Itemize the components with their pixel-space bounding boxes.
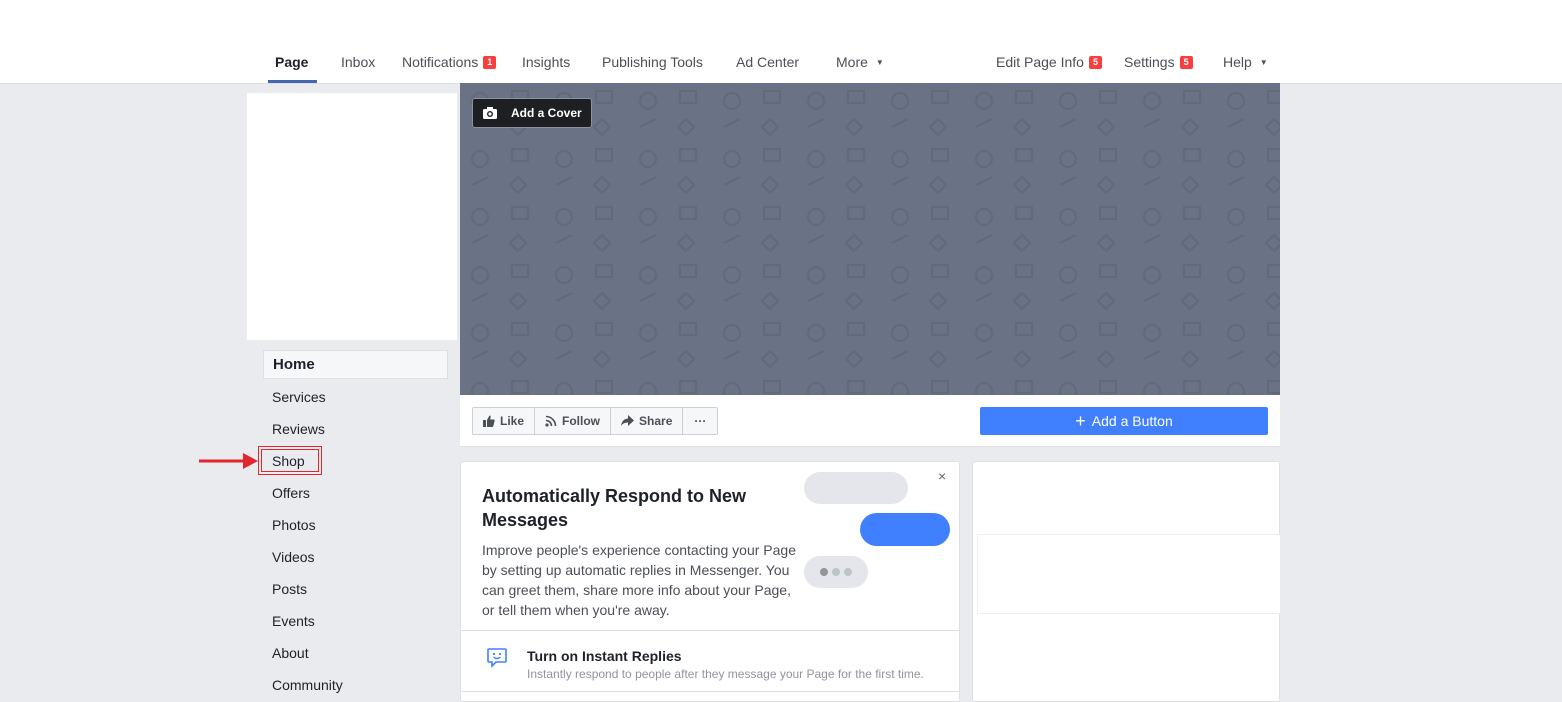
like-label: Like [500, 414, 525, 428]
add-a-button[interactable]: + Add a Button [980, 407, 1268, 435]
add-a-button-label: Add a Button [1091, 413, 1173, 429]
instant-replies-subtitle: Instantly respond to people after they m… [527, 667, 924, 681]
sidebar-item-label: Community [272, 676, 343, 693]
tab-inbox[interactable]: Inbox [341, 52, 375, 72]
plus-icon: + [1075, 411, 1086, 431]
sidebar-item-community[interactable]: Community [263, 670, 448, 699]
chat-bubble-illustration [804, 472, 908, 504]
close-icon[interactable]: × [938, 468, 946, 484]
caret-down-icon: ▼ [1259, 57, 1268, 67]
tab-notifications[interactable]: Notifications 1 [402, 52, 497, 72]
tab-edit-page-info-label: Edit Page Info [996, 54, 1084, 70]
tab-more-label: More [836, 54, 868, 70]
right-column-card [972, 461, 1280, 702]
divider [461, 691, 959, 692]
sidebar-item-photos[interactable]: Photos [263, 510, 448, 539]
tab-page[interactable]: Page [275, 52, 308, 72]
sidebar-item-label: Home [273, 356, 315, 373]
sidebar-item-label: Posts [272, 580, 308, 597]
add-cover-label: Add a Cover [511, 106, 582, 120]
chat-bubble-illustration [860, 513, 950, 546]
sidebar-item-about[interactable]: About [263, 638, 448, 667]
tab-publishing-tools[interactable]: Publishing Tools [602, 52, 703, 72]
right-card-placeholder [977, 534, 1280, 614]
sidebar-item-label: About [272, 644, 309, 661]
camera-icon [483, 107, 497, 119]
tab-edit-page-info[interactable]: Edit Page Info 5 [996, 52, 1102, 72]
annotation-arrow-icon [199, 453, 258, 469]
auto-respond-title: Automatically Respond to New Messages [482, 486, 747, 530]
active-tab-underline [268, 80, 317, 83]
follow-label: Follow [562, 414, 601, 428]
typing-dot [820, 568, 828, 576]
sidebar-item-label: Photos [272, 516, 316, 533]
typing-indicator-illustration [804, 556, 868, 588]
settings-badge: 5 [1179, 55, 1193, 69]
tab-inbox-label: Inbox [341, 54, 376, 70]
sidebar-item-label: Events [272, 612, 315, 629]
tab-help-label: Help [1223, 54, 1252, 70]
sidebar-item-label: Offers [272, 484, 310, 501]
add-cover-button[interactable]: Add a Cover [472, 98, 592, 128]
follow-button[interactable]: Follow [535, 408, 612, 434]
sidebar-item-events[interactable]: Events [263, 606, 448, 635]
tab-help[interactable]: Help ▼ [1223, 52, 1268, 72]
cover-photo-area[interactable] [460, 83, 1280, 395]
instant-replies-title: Turn on Instant Replies [527, 648, 682, 664]
shop-annotation-box [258, 446, 322, 475]
notifications-badge: 1 [483, 55, 497, 69]
typing-dot [832, 568, 840, 576]
auto-respond-description: Improve people's experience contacting y… [482, 542, 796, 618]
profile-picture-area[interactable] [247, 93, 457, 340]
tab-more[interactable]: More ▼ [836, 52, 884, 72]
sidebar-item-services[interactable]: Services [263, 382, 448, 411]
tab-insights-label: Insights [522, 54, 571, 70]
sidebar-item-home[interactable]: Home [263, 350, 448, 379]
typing-dot [844, 568, 852, 576]
sidebar-item-videos[interactable]: Videos [263, 542, 448, 571]
cover-pattern [460, 83, 1280, 395]
sidebar-item-posts[interactable]: Posts [263, 574, 448, 603]
tab-publishing-tools-label: Publishing Tools [602, 54, 703, 70]
tab-settings[interactable]: Settings 5 [1124, 52, 1193, 72]
edit-page-info-badge: 5 [1088, 55, 1102, 69]
caret-down-icon: ▼ [875, 57, 884, 67]
sidebar-item-reviews[interactable]: Reviews [263, 414, 448, 443]
page-top-nav: Page Inbox Notifications 1 Insights Publ… [0, 0, 1562, 84]
tab-insights[interactable]: Insights [522, 52, 570, 72]
thumbs-up-icon [483, 415, 495, 427]
more-options-button[interactable]: ··· [683, 408, 717, 434]
sidebar-item-offers[interactable]: Offers [263, 478, 448, 507]
sidebar-item-label: Services [272, 388, 326, 405]
tab-notifications-label: Notifications [402, 54, 479, 70]
tab-ad-center[interactable]: Ad Center [736, 52, 799, 72]
sidebar-item-label: Reviews [272, 420, 325, 437]
turn-on-instant-replies-row[interactable]: Turn on Instant Replies Instantly respon… [461, 631, 959, 691]
sidebar-item-label: Videos [272, 548, 315, 565]
chat-smiley-icon [487, 648, 507, 668]
page-action-buttons: Like Follow Share ··· [472, 407, 719, 435]
more-options-ellipsis-icon: ··· [694, 414, 707, 428]
like-button[interactable]: Like [473, 408, 536, 434]
tab-page-label: Page [275, 54, 309, 70]
tab-ad-center-label: Ad Center [736, 54, 800, 70]
rss-follow-icon [545, 415, 557, 427]
share-arrow-icon [621, 415, 635, 426]
share-label: Share [639, 414, 673, 428]
share-button[interactable]: Share [611, 408, 684, 434]
auto-respond-card: Automatically Respond to New Messages Im… [460, 461, 960, 702]
tab-settings-label: Settings [1124, 54, 1175, 70]
